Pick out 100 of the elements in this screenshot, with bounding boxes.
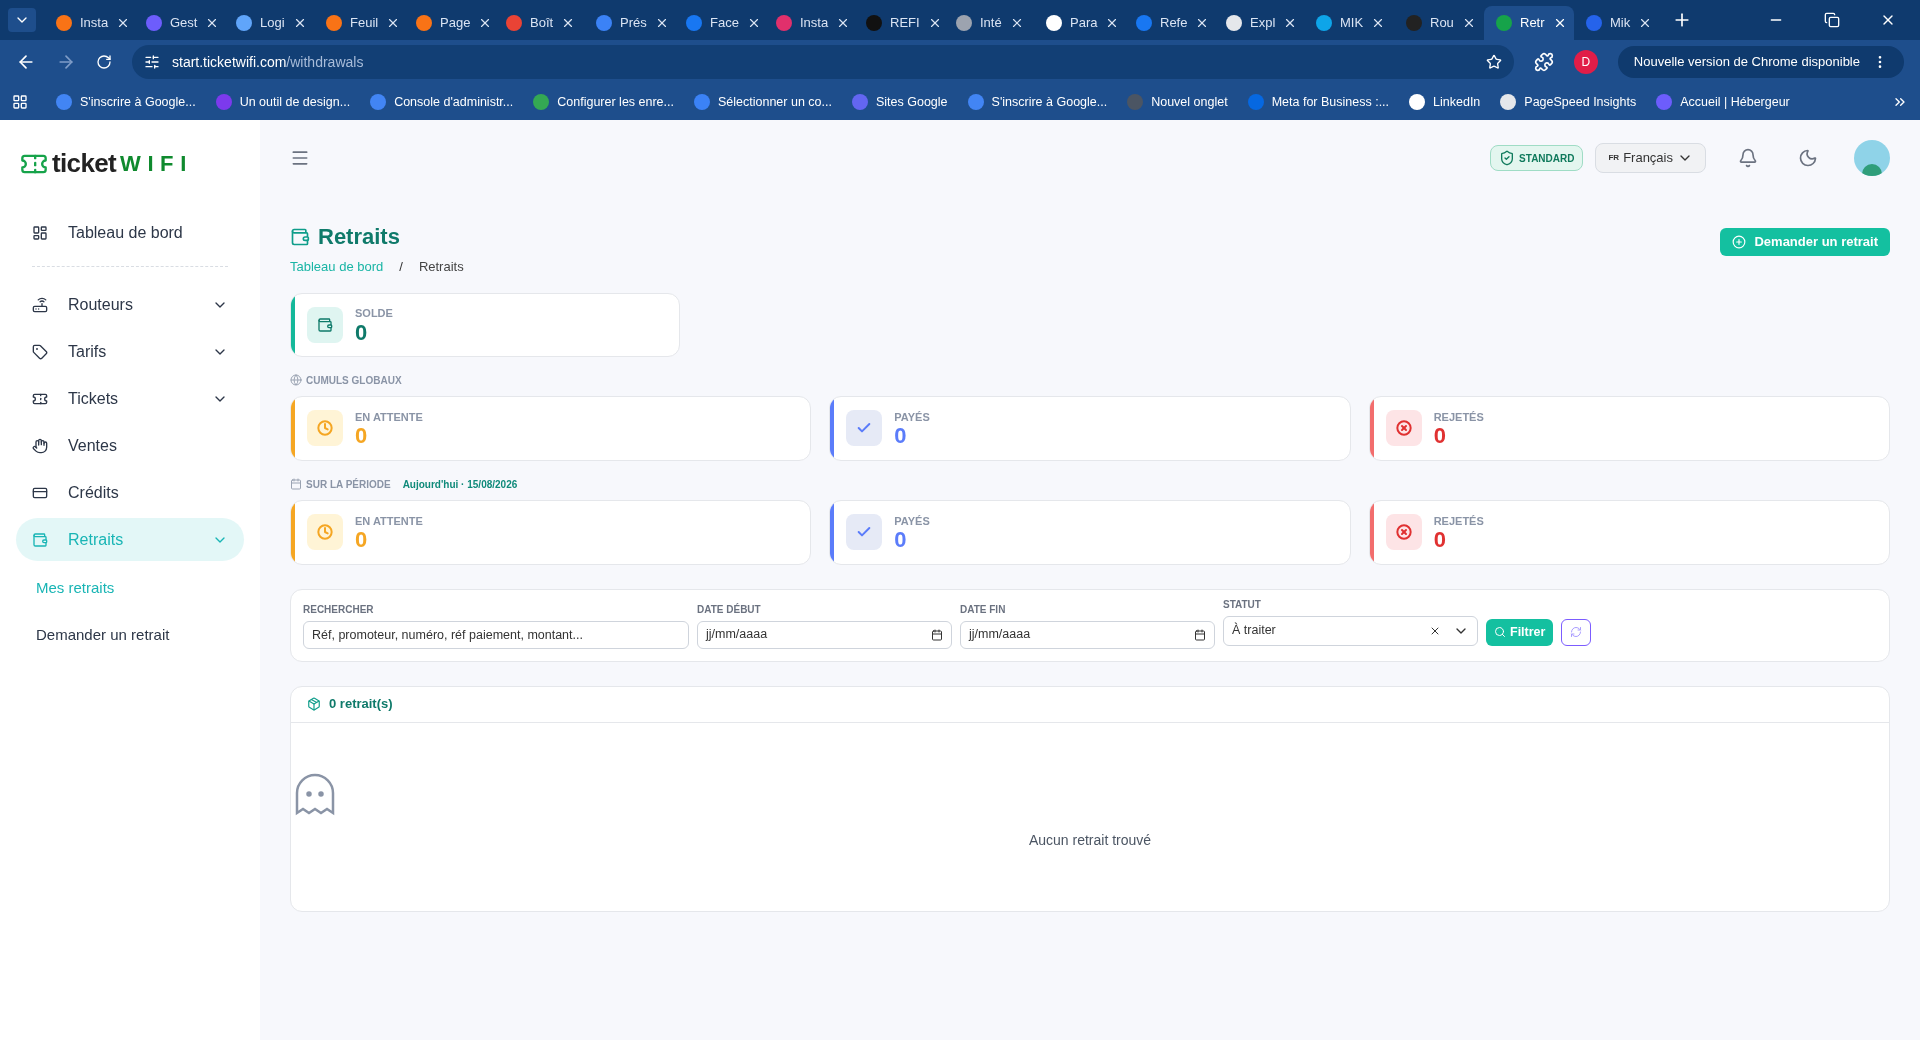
bookmark-link[interactable]: Console d'administr... [394, 92, 514, 112]
stat-value: 0 [1433, 425, 1447, 448]
field-label: DATE DÉBUT [697, 602, 762, 617]
stat-value: 0 [355, 425, 369, 448]
search-field[interactable]: Réf, promoteur, numéro, réf paiement, montant... [303, 620, 689, 649]
browser-tab[interactable]: Gest [134, 6, 224, 40]
balance-value: 0 [355, 321, 369, 344]
sidebar-item[interactable]: Ventes [16, 424, 244, 467]
stat-label: REJETÉS [1433, 513, 1484, 529]
logo: ticketWIFI [20, 144, 244, 183]
sidebar-item[interactable]: Routeurs [16, 283, 244, 326]
status-select[interactable]: À traiter [1223, 615, 1478, 646]
browser-tab[interactable]: Expl [1214, 6, 1304, 40]
sidebar-item[interactable]: Tarifs [16, 330, 244, 373]
tab-title: Insta [800, 14, 829, 33]
tab-title: Para [1070, 14, 1098, 33]
stat-value: 0 [355, 529, 369, 552]
menu-icon[interactable] [290, 148, 310, 168]
browser-tab[interactable]: Insta [44, 6, 134, 40]
browser-tab[interactable]: MIK [1304, 6, 1394, 40]
bookmark-link[interactable]: S'inscrire à Google... [80, 92, 196, 112]
box-icon [307, 697, 321, 711]
apps-icon[interactable] [12, 94, 28, 110]
language-select[interactable]: FR Français [1595, 143, 1706, 173]
date-field[interactable]: jj/mm/aaaa [960, 620, 1215, 649]
calendar-icon [290, 478, 302, 490]
stat-label: PAYÉS [894, 409, 930, 425]
browser-tab[interactable]: Refe [1124, 6, 1214, 40]
browser-tab[interactable]: Retr [1484, 6, 1574, 40]
browser-tab[interactable]: REFI [854, 6, 944, 40]
dashboard-icon [32, 224, 48, 241]
clock-icon [317, 524, 333, 540]
bell-icon[interactable] [1738, 148, 1758, 168]
user-avatar[interactable] [1854, 140, 1890, 176]
bookmark-link[interactable]: Meta for Business :... [1271, 92, 1390, 112]
site-info-icon[interactable] [144, 54, 160, 70]
browser-tab[interactable]: Page [404, 6, 494, 40]
period-label: Aujourd'hui · 15/08/2026 [402, 477, 518, 492]
tag-icon [32, 343, 48, 360]
browser-tab[interactable]: Mik [1574, 6, 1664, 40]
balance-label: SOLDE [355, 306, 393, 322]
bookmark-link[interactable]: Accueil | Hébergeur [1680, 92, 1790, 112]
tab-title: Feuil [350, 14, 379, 33]
bookmark-link[interactable]: S'inscrire à Google... [991, 92, 1108, 112]
date-field[interactable]: jj/mm/aaaa [697, 620, 952, 649]
bookmark-link[interactable]: Sites Google [875, 92, 948, 112]
breadcrumb-separator: / [399, 258, 403, 276]
browser-tab[interactable]: Para [1034, 6, 1124, 40]
stat-label: EN ATTENTE [355, 513, 423, 529]
cross-icon [1395, 420, 1412, 436]
reset-button[interactable] [1561, 618, 1592, 646]
address-bar[interactable]: start.ticketwifi.com/withdrawals [132, 45, 1514, 79]
profile-avatar[interactable]: D [1573, 50, 1598, 74]
stat-label: PAYÉS [894, 513, 930, 529]
bookmark-link[interactable]: Un outil de design... [239, 92, 351, 112]
tab-title: Inté [980, 14, 1002, 33]
plan-badge: STANDARD [1490, 145, 1584, 171]
field-label: STATUT [1223, 597, 1262, 612]
reload-icon[interactable] [96, 54, 112, 70]
bookmark-link[interactable]: Nouvel onglet [1151, 92, 1228, 112]
browser-tab[interactable]: Rou [1394, 6, 1484, 40]
sidebar-item[interactable]: Tableau de bord [16, 211, 244, 254]
stat-value: 0 [1433, 529, 1447, 552]
browser-tab[interactable]: Feuil [314, 6, 404, 40]
field-label: DATE FIN [960, 602, 1007, 617]
bookmark-link[interactable]: PageSpeed Insights [1524, 92, 1637, 112]
router-icon [32, 296, 48, 313]
clock-icon [317, 420, 333, 436]
stat-value: 0 [894, 529, 908, 552]
calendar-icon[interactable] [931, 628, 943, 641]
dark-mode-icon[interactable] [1798, 148, 1818, 168]
bookmark-link[interactable]: LinkedIn [1433, 92, 1481, 112]
bookmark-star-icon[interactable] [1485, 54, 1502, 70]
stat-label: REJETÉS [1433, 409, 1484, 425]
submenu-item[interactable]: Demander un retrait [16, 611, 244, 658]
tab-search-button[interactable] [8, 8, 36, 32]
browser-tab[interactable]: Face [674, 6, 764, 40]
browser-tab[interactable]: Logi [224, 6, 314, 40]
tab-title: Insta [80, 14, 109, 33]
restore-icon[interactable] [1824, 12, 1840, 28]
field-label: RECHERCHER [303, 602, 375, 617]
section-label: SUR LA PÉRIODE [306, 477, 391, 492]
wallet-icon [32, 531, 48, 548]
bookmark-link[interactable]: Configurer les enre... [557, 92, 674, 112]
browser-tab[interactable]: Boît [494, 6, 584, 40]
sidebar-item[interactable]: Tickets [16, 377, 244, 420]
page-title: Retraits [318, 223, 400, 251]
browser-tab[interactable]: Prés [584, 6, 674, 40]
sidebar-item[interactable]: Crédits [16, 471, 244, 514]
browser-tab[interactable]: Insta [764, 6, 854, 40]
extensions-icon[interactable] [1533, 52, 1554, 72]
update-chip[interactable]: Nouvelle version de Chrome disponible [1617, 46, 1904, 78]
wallet-icon [317, 316, 333, 333]
calendar-icon[interactable] [1194, 628, 1206, 641]
browser-tab[interactable]: Inté [944, 6, 1034, 40]
plus-icon [1732, 235, 1747, 249]
tab-title: Logi [260, 14, 285, 33]
shield-icon [1499, 150, 1516, 166]
bookmark-link[interactable]: Sélectionner un co... [718, 92, 832, 112]
tab-title: MIK [1340, 14, 1364, 33]
